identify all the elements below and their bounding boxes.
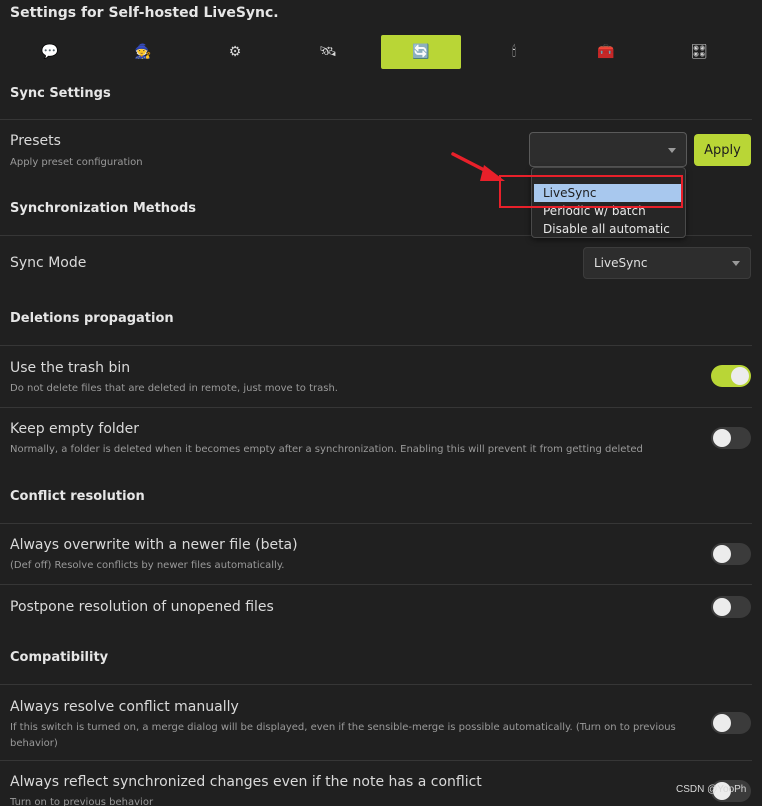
- toggle-knob: [713, 429, 731, 447]
- keep-empty-folder-title: Keep empty folder: [10, 421, 140, 437]
- resolve-manually-desc: If this switch is turned on, a merge dia…: [10, 722, 676, 749]
- toggle-knob: [731, 367, 749, 385]
- tab-selector[interactable]: 🕯: [474, 35, 554, 69]
- sync-mode-select[interactable]: LiveSync: [583, 247, 751, 279]
- reflect-changes-desc: Turn on to previous behavior: [10, 797, 154, 806]
- overwrite-newer-desc: (Def off) Resolve conflicts by newer fil…: [10, 560, 285, 571]
- divider: [0, 523, 752, 524]
- divider: [0, 345, 752, 346]
- toggle-knob: [713, 714, 731, 732]
- resolve-manually-toggle[interactable]: [711, 712, 751, 734]
- overwrite-newer-title: Always overwrite with a newer file (beta…: [10, 537, 298, 553]
- trash-bin-toggle[interactable]: [711, 365, 751, 387]
- overwrite-newer-toggle[interactable]: [711, 543, 751, 565]
- sync-mode-title: Sync Mode: [10, 255, 87, 271]
- keep-empty-folder-toggle[interactable]: [711, 427, 751, 449]
- sync-methods-header: Synchronization Methods: [10, 201, 197, 216]
- divider: [0, 407, 752, 408]
- reflect-changes-title: Always reflect synchronized changes even…: [10, 774, 482, 790]
- tab-setup[interactable]: 🧙: [103, 35, 183, 69]
- trash-bin-title: Use the trash bin: [10, 360, 131, 376]
- presets-title: Presets: [10, 133, 61, 149]
- sync-arrows-icon: 🔄: [412, 44, 430, 60]
- tab-customization[interactable]: 🧰: [566, 35, 646, 69]
- annotation-highlight-box: [499, 175, 683, 208]
- control-knobs-icon: 🎛: [690, 44, 708, 60]
- divider: [0, 684, 752, 685]
- chevron-down-icon: [732, 261, 740, 266]
- presets-desc: Apply preset configuration: [10, 157, 143, 168]
- tab-hatch[interactable]: 🎛: [659, 35, 739, 69]
- toggle-knob: [713, 598, 731, 616]
- compatibility-header: Compatibility: [10, 650, 109, 665]
- toolbox-icon: 🧰: [597, 44, 615, 60]
- setup-wizard-icon: 🧙: [134, 44, 152, 60]
- tab-sync-settings[interactable]: 🔄: [381, 35, 461, 69]
- watermark: CSDN @YooPh: [676, 784, 747, 795]
- tab-general-settings[interactable]: ⚙: [195, 35, 275, 69]
- sync-mode-value: LiveSync: [594, 256, 648, 270]
- toggle-knob: [713, 545, 731, 563]
- satellite-icon: 🛰: [319, 44, 337, 60]
- speech-bubble-icon: 💬: [41, 44, 59, 60]
- divider: [0, 584, 752, 585]
- chevron-down-icon: [668, 147, 676, 153]
- dropdown-option-disable-automatic[interactable]: Disable all automatic: [534, 220, 683, 238]
- conflict-header: Conflict resolution: [10, 489, 145, 504]
- candle-icon: 🕯: [512, 44, 516, 60]
- apply-button[interactable]: Apply: [694, 134, 751, 166]
- tab-bar: 💬 🧙 ⚙ 🛰 🔄 🕯 🧰 🎛: [0, 35, 762, 69]
- sync-settings-header: Sync Settings: [10, 86, 111, 101]
- annotation-arrow-icon: [451, 152, 505, 181]
- presets-select[interactable]: [529, 132, 687, 167]
- gear-icon: ⚙: [228, 44, 242, 60]
- page-title: Settings for Self-hosted LiveSync.: [10, 5, 279, 21]
- resolve-manually-title: Always resolve conflict manually: [10, 699, 239, 715]
- divider: [0, 760, 752, 761]
- deletions-header: Deletions propagation: [10, 311, 174, 326]
- trash-bin-desc: Do not delete files that are deleted in …: [10, 383, 338, 394]
- postpone-resolution-title: Postpone resolution of unopened files: [10, 599, 274, 615]
- postpone-resolution-toggle[interactable]: [711, 596, 751, 618]
- tab-remote[interactable]: 🛰: [288, 35, 368, 69]
- keep-empty-folder-desc: Normally, a folder is deleted when it be…: [10, 444, 643, 455]
- divider: [0, 119, 752, 120]
- tab-general[interactable]: 💬: [10, 35, 90, 69]
